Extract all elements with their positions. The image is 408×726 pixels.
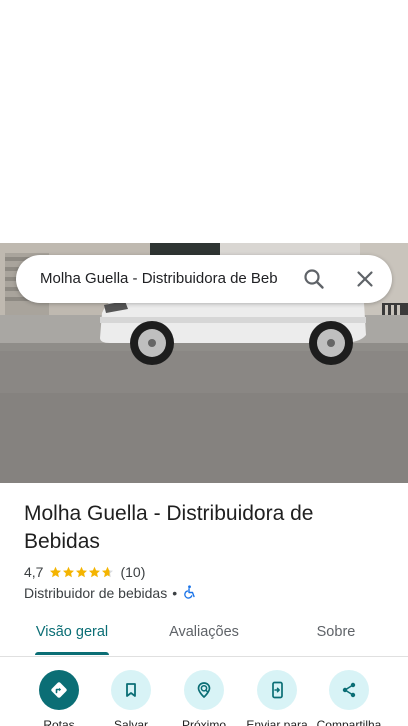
close-icon[interactable]: [351, 265, 379, 293]
share-button[interactable]: Compartilha: [314, 670, 384, 726]
bookmark-icon[interactable]: [111, 670, 151, 710]
tab-bar: Visão geral Avaliações Sobre: [0, 612, 408, 657]
star-icon: [50, 566, 62, 577]
rating-value: 4,7: [24, 564, 44, 580]
nearby-label: Próximo: [181, 718, 226, 726]
nearby-button[interactable]: Próximo: [169, 670, 239, 726]
share-label: Compartilha: [316, 718, 382, 726]
place-category: Distribuidor de bebidas: [24, 585, 168, 601]
send-to-phone-label: Enviar para: [246, 718, 308, 726]
search-icon[interactable]: [300, 265, 328, 293]
save-button[interactable]: Salvar: [96, 670, 166, 726]
search-input[interactable]: Molha Guella - Distribuidora de Beb: [40, 255, 292, 303]
tab-about[interactable]: Sobre: [300, 612, 372, 654]
wheelchair-icon: [182, 584, 196, 602]
search-bar[interactable]: Molha Guella - Distribuidora de Beb: [16, 255, 392, 303]
rating-row[interactable]: 4,7 (10): [24, 563, 145, 581]
place-title: Molha Guella - Distribuidora de Bebidas: [24, 502, 314, 553]
star-icon: [76, 566, 88, 577]
star-icon: [63, 566, 75, 577]
nearby-icon[interactable]: [184, 670, 224, 710]
send-to-phone-icon[interactable]: [257, 670, 297, 710]
tab-reviews[interactable]: Avaliações: [152, 612, 256, 654]
tab-overview[interactable]: Visão geral: [24, 612, 120, 654]
directions-button[interactable]: Rotas: [24, 670, 94, 726]
send-to-phone-button[interactable]: Enviar para: [242, 670, 312, 726]
directions-icon[interactable]: [39, 670, 79, 710]
separator-dot: •: [172, 585, 178, 601]
directions-label: Rotas: [43, 718, 75, 726]
star-rating: [49, 566, 114, 579]
share-icon[interactable]: [329, 670, 369, 710]
category-row: Distribuidor de bebidas •: [24, 584, 196, 602]
active-tab-indicator: [35, 652, 109, 655]
map-area[interactable]: [0, 0, 408, 243]
place-details-screen: Molha Guella - Distribuidora de Beb Molh…: [0, 0, 408, 726]
star-icon: [102, 566, 114, 577]
save-label: Salvar: [113, 718, 148, 726]
star-icon: [89, 566, 101, 577]
review-count[interactable]: (10): [120, 564, 145, 580]
